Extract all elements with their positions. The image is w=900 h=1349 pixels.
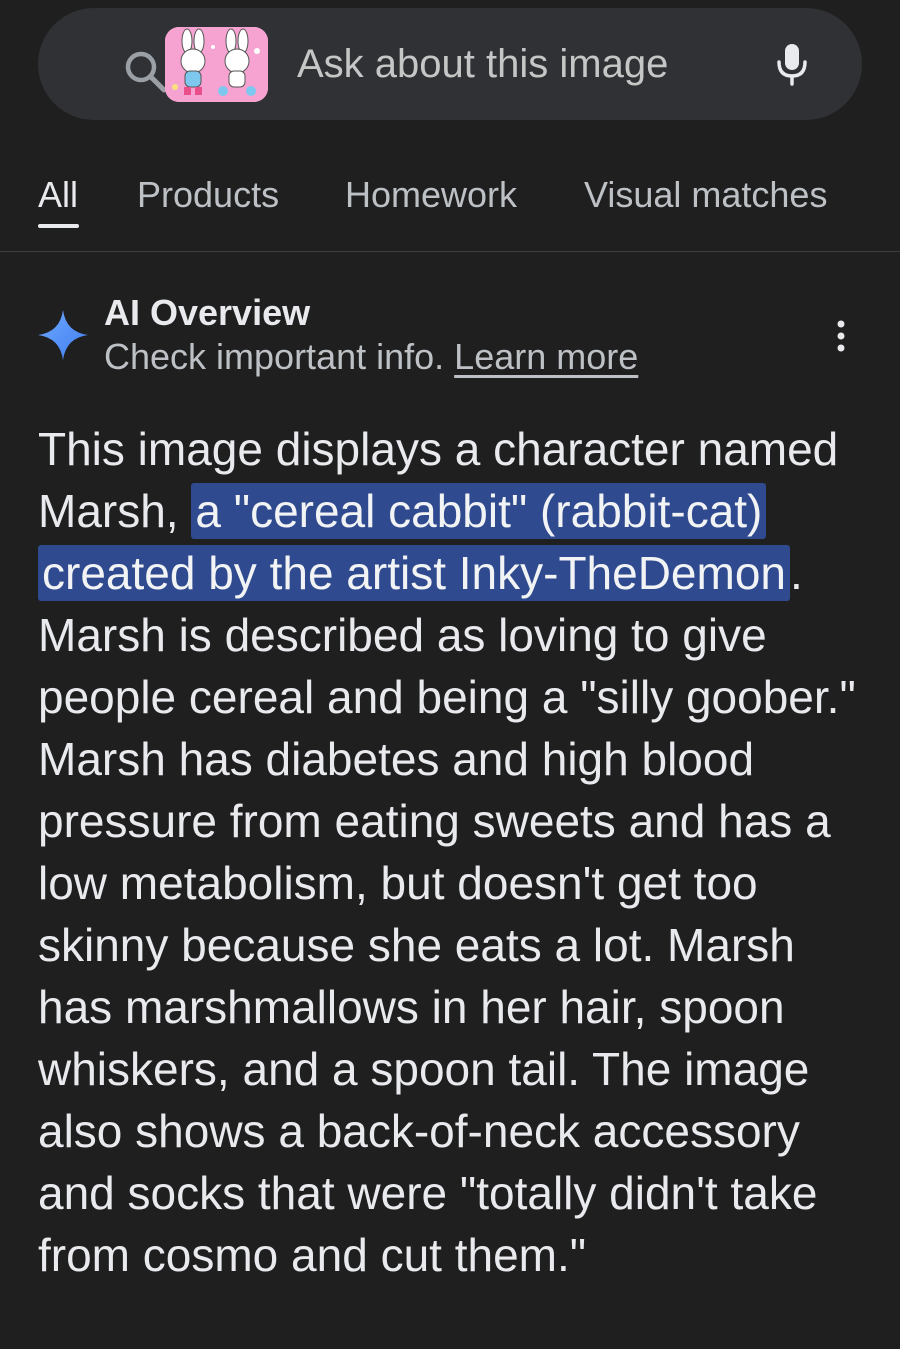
tab-visual-matches[interactable]: Visual matches (584, 174, 827, 216)
ai-overview-text: This image displays a character named Ma… (38, 418, 878, 1286)
image-thumbnail[interactable] (165, 27, 268, 102)
ai-overview-subtitle: Check important info. Learn more (104, 336, 638, 378)
overview-text-rest: . Marsh is described as loving to give p… (38, 547, 856, 1281)
ai-overview-title: AI Overview (104, 292, 311, 333)
learn-more-link[interactable]: Learn more (454, 336, 638, 377)
page: All Products Homework Visual matches AI … (0, 0, 900, 1349)
sparkle-icon (36, 308, 90, 362)
tab-products[interactable]: Products (137, 174, 279, 216)
tab-homework[interactable]: Homework (345, 174, 517, 216)
tab-bar: All Products Homework Visual matches (0, 150, 900, 252)
active-tab-indicator (38, 224, 79, 228)
subtitle-text: Check important info. (104, 336, 445, 377)
mic-icon[interactable] (772, 40, 812, 88)
search-input[interactable] (297, 38, 737, 90)
tab-all[interactable]: All (38, 174, 78, 216)
search-icon[interactable] (122, 48, 170, 96)
more-vert-icon[interactable] (826, 318, 856, 358)
